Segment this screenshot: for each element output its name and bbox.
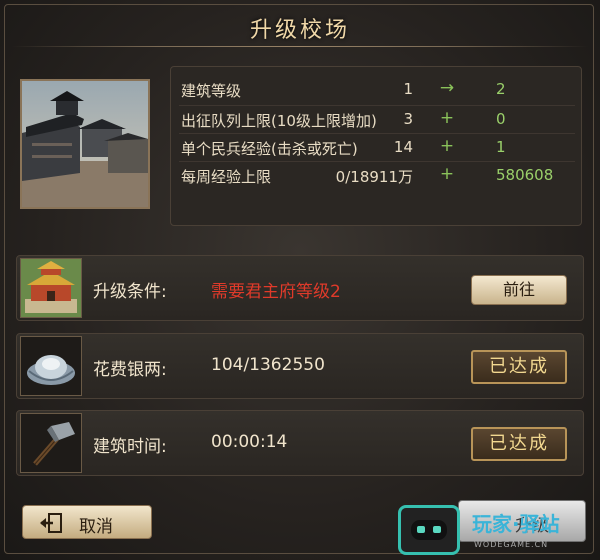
stat-label: 建筑等级 <box>181 82 242 100</box>
requirement-label: 升级条件: <box>93 282 167 302</box>
plus-icon: + <box>439 164 455 184</box>
stat-current: 3 <box>403 110 413 128</box>
requirement-value: 需要君主府等级2 <box>211 282 341 302</box>
stat-current: 14 <box>393 138 413 156</box>
stat-row-weekly-exp-cap: 每周经验上限 0/18911万 + 580608 <box>171 161 583 189</box>
stat-next: 0 <box>496 110 506 128</box>
stat-current: 1 <box>403 80 413 98</box>
goto-button[interactable]: 前往 <box>471 275 567 305</box>
stat-next: 1 <box>496 138 506 156</box>
cancel-button[interactable]: 取消 <box>22 505 152 539</box>
stat-label: 每周经验上限 <box>181 168 272 186</box>
stat-row-militia-exp: 单个民兵经验(击杀或死亡) 14 + 1 <box>171 133 583 161</box>
title-bar: 升级校场 <box>0 0 600 50</box>
watermark-domain: WODEGAME.CN <box>474 540 549 549</box>
arrow-right-icon: → <box>439 78 455 98</box>
stat-label: 出征队列上限(10级上限增加) <box>181 112 377 130</box>
requirement-label: 建筑时间: <box>93 437 167 457</box>
stat-next: 580608 <box>496 166 554 184</box>
watermark-text: 玩家·驿站 <box>472 512 560 536</box>
silver-ingot-icon <box>20 336 82 396</box>
upgrade-stats-table: 建筑等级 1 → 2 出征队列上限(10级上限增加) 3 + 0 单个民兵经验(… <box>170 66 582 226</box>
stat-label: 单个民兵经验(击杀或死亡) <box>181 140 358 158</box>
requirement-value: 104/1362550 <box>211 355 325 375</box>
hammer-icon <box>20 413 82 473</box>
completed-badge: 已达成 <box>471 427 567 461</box>
stat-current: 0/18911万 <box>335 168 413 186</box>
requirement-row-build-time: 建筑时间: 00:00:14 已达成 <box>16 410 584 476</box>
plus-icon: + <box>439 108 455 128</box>
plus-icon: + <box>439 136 455 156</box>
requirement-value: 00:00:14 <box>211 432 288 452</box>
completed-badge: 已达成 <box>471 350 567 384</box>
exit-arrow-icon <box>40 513 62 533</box>
dialog-title: 升级校场 <box>249 18 350 43</box>
palace-icon <box>20 258 82 318</box>
requirement-label: 花费银两: <box>93 360 167 380</box>
stat-row-building-level: 建筑等级 1 → 2 <box>171 75 583 103</box>
building-thumbnail <box>20 79 150 209</box>
stat-row-march-queue: 出征队列上限(10级上限增加) 3 + 0 <box>171 105 583 133</box>
requirement-row-silver: 花费银两: 104/1362550 已达成 <box>16 333 584 399</box>
stat-next: 2 <box>496 80 506 98</box>
requirement-row-condition: 升级条件: 需要君主府等级2 前往 <box>16 255 584 321</box>
title-divider <box>12 46 588 47</box>
watermark-robot-icon <box>398 505 460 555</box>
cancel-label: 取消 <box>79 517 113 537</box>
